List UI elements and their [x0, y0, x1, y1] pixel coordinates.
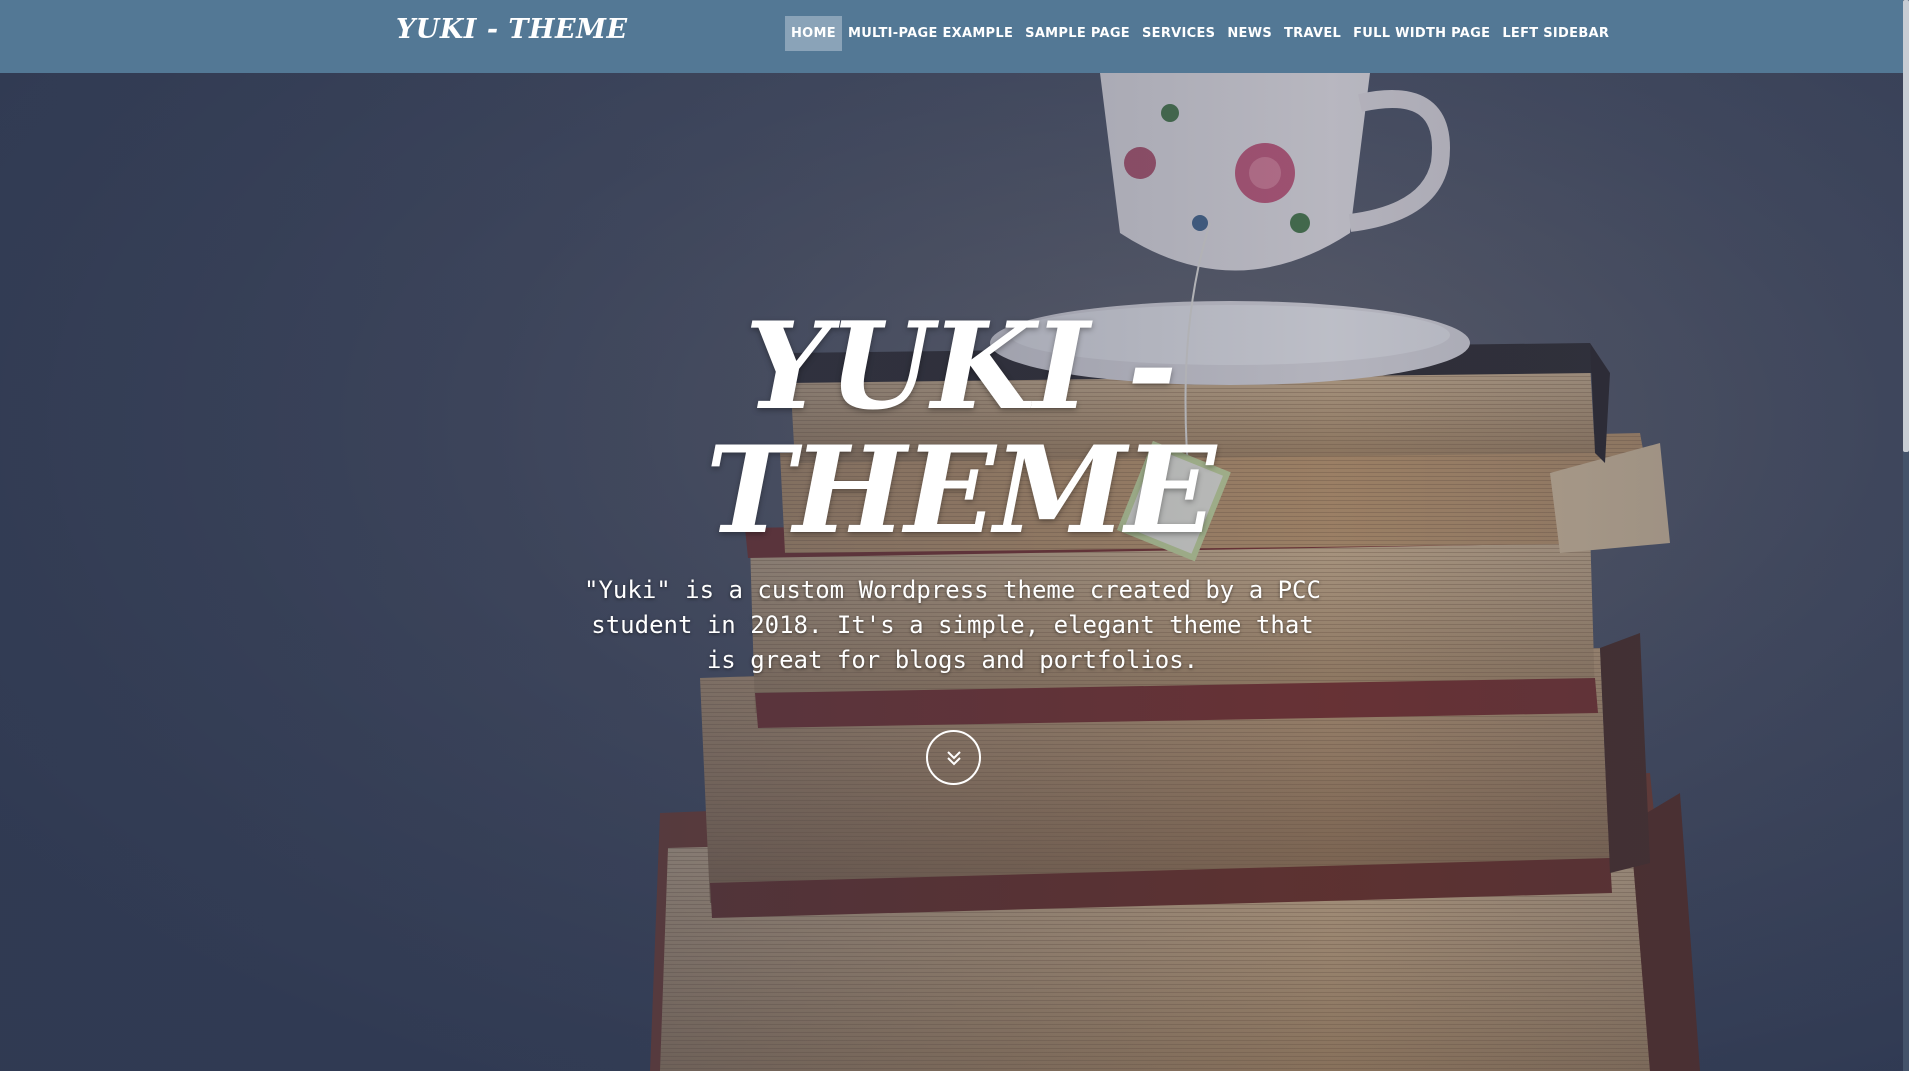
nav-item-travel[interactable]: TRAVEL [1278, 16, 1347, 51]
hero-description: "Yuki" is a custom Wordpress theme creat… [584, 576, 1321, 674]
site-header: YUKI - THEME HOME MULTI-PAGE EXAMPLE SAM… [0, 0, 1909, 73]
nav-item-left-sidebar[interactable]: LEFT SIDEBAR [1496, 16, 1615, 51]
page-scrollbar[interactable] [1903, 0, 1909, 1071]
main-nav: HOME MULTI-PAGE EXAMPLE SAMPLE PAGE SERV… [785, 16, 1615, 51]
nav-item-home[interactable]: HOME [785, 16, 842, 51]
scroll-down-button[interactable] [926, 730, 981, 785]
hero-section: YUKI - THEME "Yuki" is a custom Wordpres… [0, 73, 1903, 1071]
site-title-link[interactable]: YUKI - THEME [396, 14, 628, 45]
hero-title-line-1: YUKI - [744, 296, 1177, 437]
hero-overlay [0, 73, 1903, 1071]
nav-item-multi-page-example[interactable]: MULTI-PAGE EXAMPLE [842, 16, 1019, 51]
hero-title-line-2: THEME [705, 420, 1216, 561]
hero-title: YUKI - THEME [700, 305, 1220, 553]
chevron-double-down-icon [945, 749, 963, 767]
nav-item-full-width-page[interactable]: FULL WIDTH PAGE [1347, 16, 1496, 51]
nav-item-services[interactable]: SERVICES [1136, 16, 1221, 51]
nav-item-news[interactable]: NEWS [1221, 16, 1278, 51]
nav-item-sample-page[interactable]: SAMPLE PAGE [1019, 16, 1136, 51]
scrollbar-thumb[interactable] [1903, 0, 1909, 452]
